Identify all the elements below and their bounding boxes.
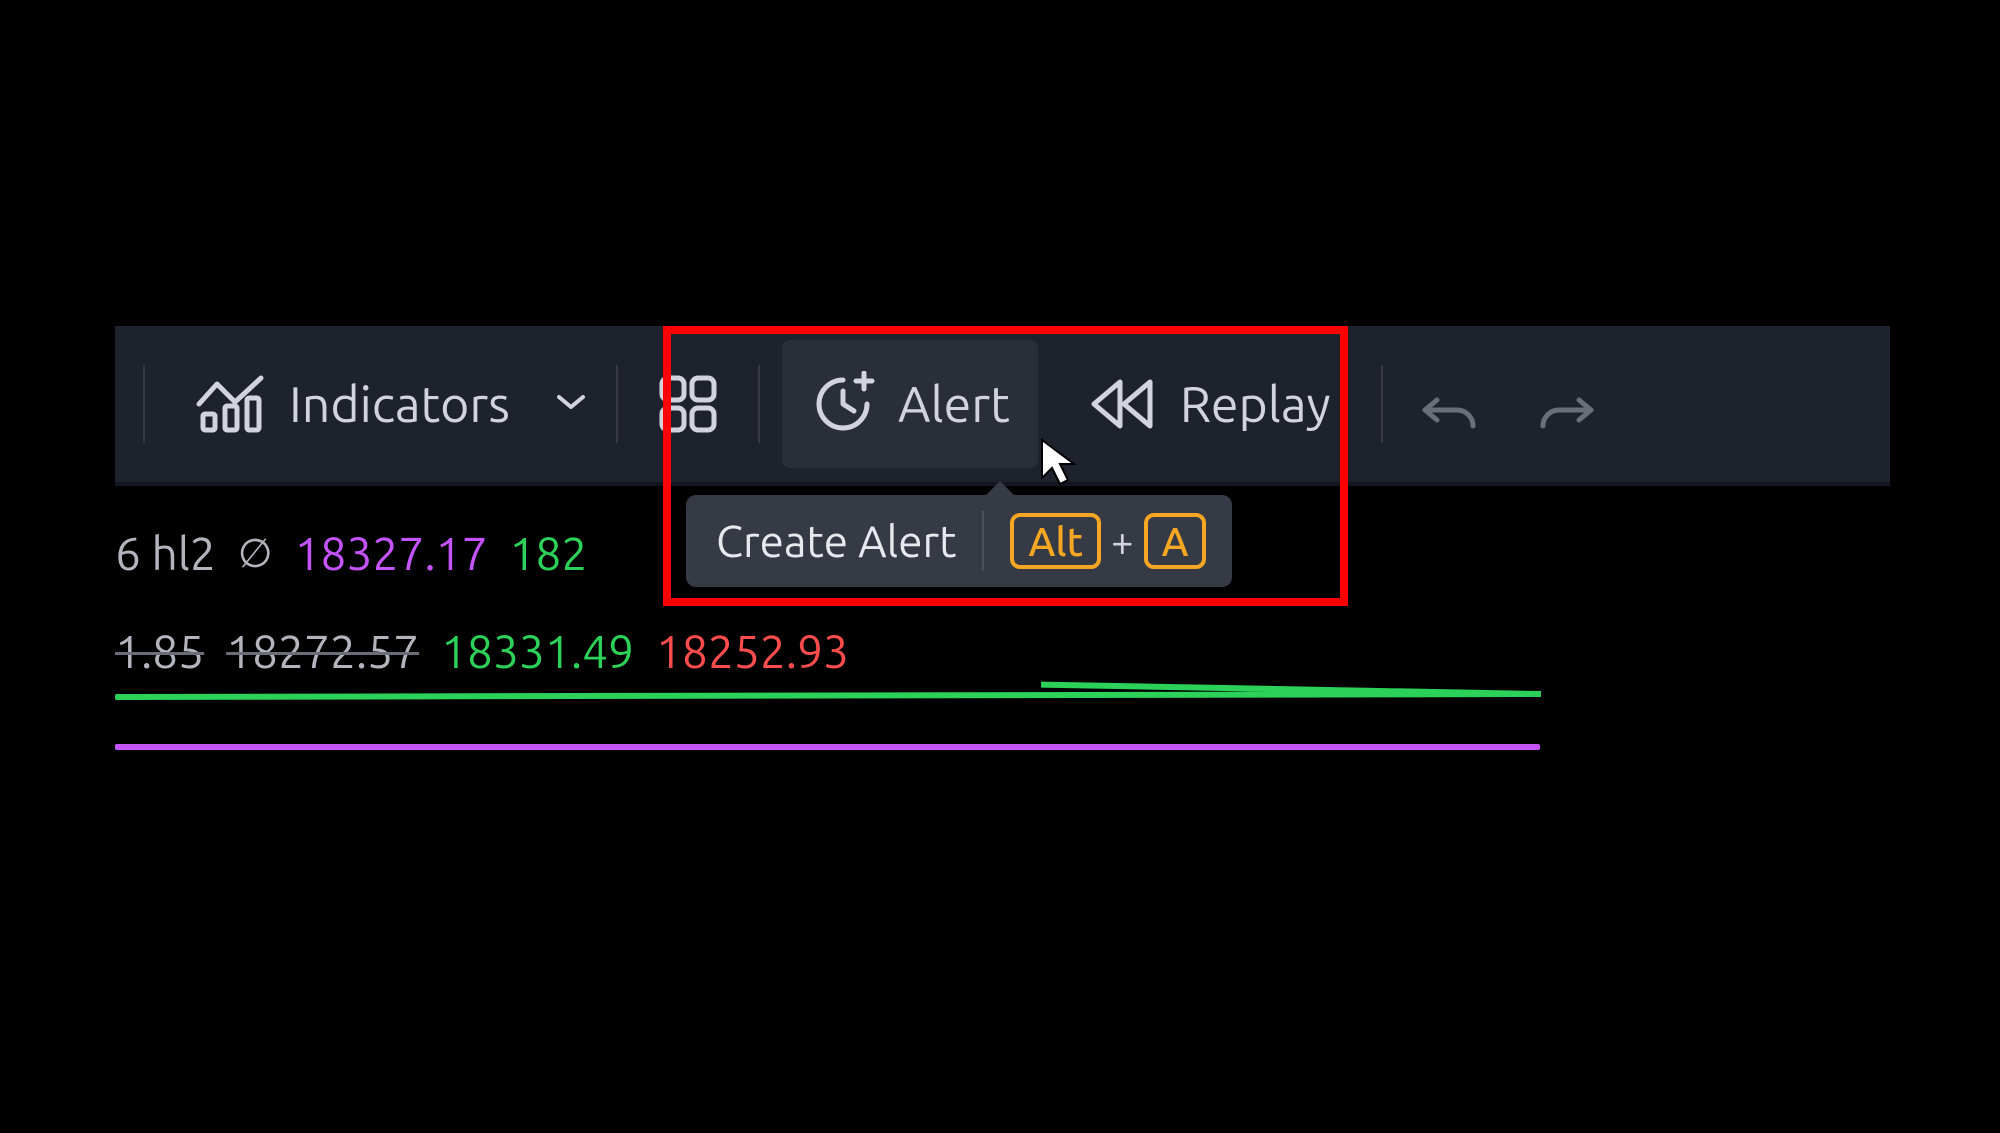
oslash-icon: ∅ — [238, 530, 273, 577]
chart-toolbar: Indicators — [115, 326, 1890, 482]
tooltip-separator — [982, 511, 984, 571]
indicator-value-red: 18252.93 — [656, 625, 849, 677]
chart-toolbar-panel: Indicators — [115, 326, 1890, 486]
redo-icon — [1539, 384, 1595, 424]
shortcut-key-a: A — [1144, 513, 1207, 569]
indicators-icon — [195, 374, 267, 434]
indicator-line-green — [115, 691, 1540, 700]
indicators-label: Indicators — [289, 379, 510, 429]
indicators-dropdown-button[interactable] — [548, 381, 594, 427]
alert-label: Alert — [898, 379, 1010, 429]
indicator-value-green-partial: 182 — [510, 527, 588, 579]
undo-icon — [1421, 384, 1477, 424]
layouts-button[interactable] — [640, 340, 736, 468]
tooltip-label: Create Alert — [716, 517, 956, 566]
redo-button[interactable] — [1523, 340, 1611, 468]
indicator-value-1: 1.85 — [115, 625, 204, 677]
toolbar-separator — [758, 365, 760, 443]
undo-button[interactable] — [1405, 340, 1493, 468]
indicator-value-2: 18272.57 — [226, 625, 419, 677]
toolbar-separator — [616, 365, 618, 443]
indicators-button[interactable]: Indicators — [167, 340, 538, 468]
toolbar-separator — [143, 365, 145, 443]
indicator-values-row-2: 1.85 18272.57 18331.49 18252.93 — [115, 625, 849, 677]
indicator-value-green: 18331.49 — [441, 625, 634, 677]
indicator-line-purple — [115, 744, 1540, 750]
alert-button[interactable]: Alert — [782, 340, 1038, 468]
indicator-value-purple: 18327.17 — [295, 527, 488, 579]
replay-rewind-icon — [1088, 376, 1158, 432]
layouts-grid-icon — [658, 374, 718, 434]
toolbar-separator — [1381, 365, 1383, 443]
shortcut-plus: + — [1101, 519, 1144, 564]
replay-button[interactable]: Replay — [1060, 340, 1359, 468]
replay-label: Replay — [1180, 379, 1331, 429]
alert-clock-icon — [810, 371, 876, 437]
chevron-down-icon — [557, 393, 585, 415]
create-alert-tooltip: Create Alert Alt + A — [686, 495, 1232, 587]
indicator-values-row-1: 6 hl2 ∅ 18327.17 182 — [115, 527, 587, 579]
indicator-name: 6 hl2 — [115, 527, 216, 579]
shortcut-key-alt: Alt — [1010, 513, 1101, 569]
